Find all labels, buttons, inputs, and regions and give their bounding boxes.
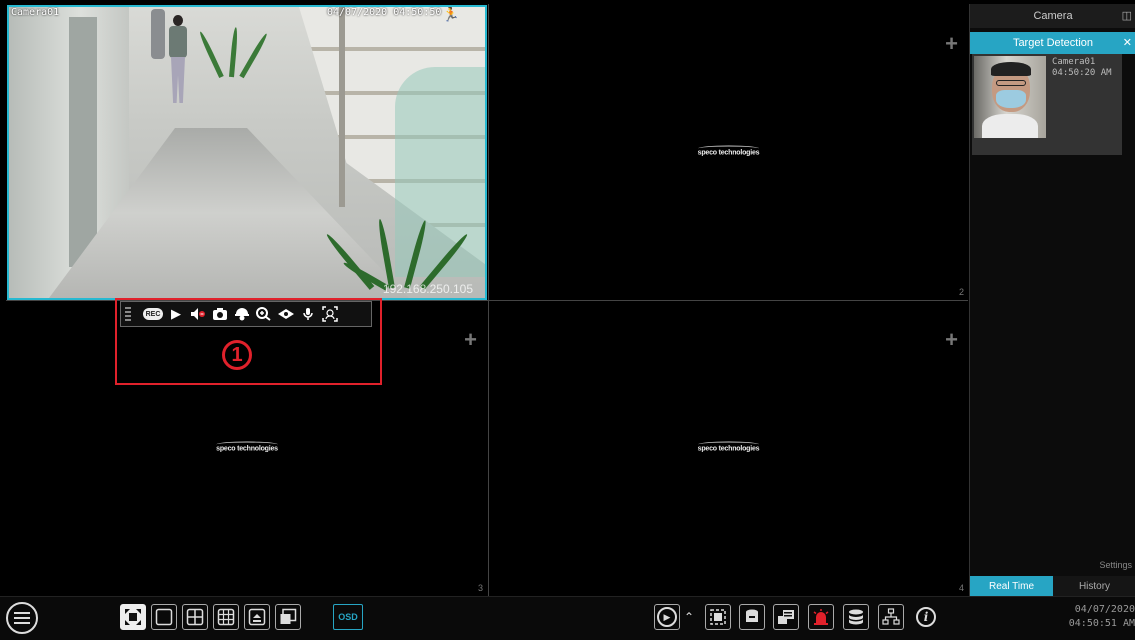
detection-card[interactable]: Camera01 04:50:20 AM <box>972 54 1122 155</box>
tab-target-detection[interactable]: Target Detection ✕ <box>970 32 1135 54</box>
add-camera-icon[interactable]: + <box>464 329 477 351</box>
alarm-icon[interactable] <box>808 604 834 630</box>
play-icon[interactable]: ▶ <box>167 305 185 323</box>
pip-icon[interactable] <box>275 604 301 630</box>
video-cell-4[interactable]: + speco technologies 4 <box>489 301 968 596</box>
record-icon[interactable]: REC <box>143 308 163 320</box>
cell-number: 3 <box>477 583 483 593</box>
detection-time: 04:50:20 AM <box>1052 68 1112 78</box>
manual-alarm-icon[interactable] <box>773 604 799 630</box>
network-icon[interactable] <box>878 604 904 630</box>
camera-name-osd: Camera01 <box>11 7 60 18</box>
clock-date: 04/07/2020 <box>1074 604 1135 615</box>
cell-number: 2 <box>958 287 964 297</box>
settings-link[interactable]: Settings <box>1099 560 1132 570</box>
face-detect-icon[interactable] <box>321 305 339 323</box>
ip-watermark: 192.168.250.105 <box>382 282 473 296</box>
panel-title: Camera <box>1033 10 1073 22</box>
detection-camera: Camera01 <box>1052 57 1096 67</box>
camera-feed-image <box>9 7 485 298</box>
face-thumbnail[interactable] <box>974 56 1046 138</box>
running-person-icon: 🏃 <box>442 6 460 22</box>
fullscreen-icon[interactable] <box>120 604 146 630</box>
close-icon[interactable]: ✕ <box>1123 36 1132 49</box>
ptz-icon[interactable] <box>233 305 251 323</box>
disk-icon[interactable] <box>843 604 869 630</box>
single-view-icon[interactable] <box>151 604 177 630</box>
add-camera-icon[interactable]: + <box>945 329 958 351</box>
camera-toolbar: REC ▶ <box>120 301 372 327</box>
pin-icon[interactable]: ◫ <box>1122 9 1132 22</box>
tab-label: Target Detection <box>1012 37 1094 49</box>
info-icon[interactable]: i <box>913 604 939 630</box>
video-cell-2[interactable]: + speco technologies 2 <box>489 5 968 300</box>
speco-logo: speco technologies <box>697 441 760 452</box>
side-panel: Camera ◫ Target Detection ✕ Camera01 04:… <box>969 4 1135 596</box>
clock: 04/07/2020 04:50:51 AM <box>1055 603 1135 631</box>
playback-icon[interactable]: ▶ <box>654 604 680 630</box>
panel-bottom-tabs: Real Time History <box>970 576 1135 596</box>
camera-time-osd: 04/07/2020 04:50:50 <box>327 7 442 18</box>
drag-handle-icon[interactable] <box>125 307 131 321</box>
3d-zoom-icon[interactable] <box>277 305 295 323</box>
video-cell-1[interactable]: Camera01 04/07/2020 04:50:50 🏃 192.168.2… <box>7 5 487 300</box>
quad-view-icon[interactable] <box>182 604 208 630</box>
tab-history[interactable]: History <box>1053 576 1135 596</box>
cell-number: 4 <box>958 583 964 593</box>
zoom-icon[interactable] <box>255 305 273 323</box>
talk-icon[interactable] <box>299 305 317 323</box>
sequence-icon[interactable] <box>244 604 270 630</box>
clock-time: 04:50:51 AM <box>1068 618 1135 629</box>
add-camera-icon[interactable]: + <box>945 33 958 55</box>
speco-logo: speco technologies <box>216 441 278 452</box>
speco-logo: speco technologies <box>697 145 760 156</box>
callout-number: 1 <box>222 340 252 370</box>
panel-header: Camera ◫ <box>970 4 1135 28</box>
taskbar: OSD ▶ ⌃ i 04/07/2020 04:50:51 AM <box>0 596 1135 640</box>
main-menu-button[interactable] <box>6 602 38 634</box>
nine-view-icon[interactable] <box>213 604 239 630</box>
snapshot-icon[interactable] <box>211 305 229 323</box>
tab-real-time[interactable]: Real Time <box>970 576 1053 596</box>
mute-icon[interactable] <box>189 305 207 323</box>
osd-button[interactable]: OSD <box>333 604 363 630</box>
expand-icon[interactable]: ⌃ <box>681 604 697 630</box>
person-figure <box>167 15 189 105</box>
screenshot-icon[interactable] <box>705 604 731 630</box>
record-status-icon[interactable] <box>739 604 765 630</box>
